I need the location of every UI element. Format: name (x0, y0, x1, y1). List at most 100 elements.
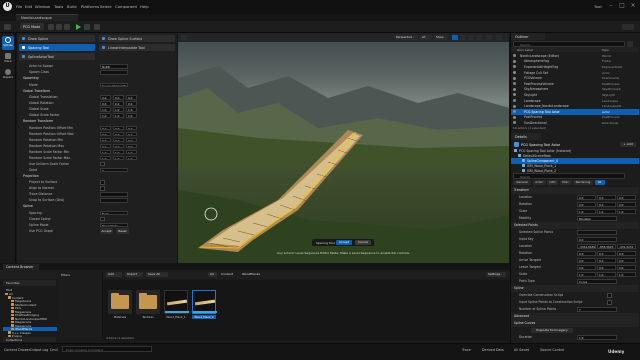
cb-add-button[interactable]: Add (106, 271, 122, 277)
visibility-eye-icon[interactable] (513, 65, 516, 69)
palette-value-field[interactable]: 0 (100, 167, 128, 173)
static-mesh-asset[interactable]: Wood_Plank_1 (164, 290, 189, 323)
linear-interpolate-tool-button[interactable]: LinearInterpolate Tool (99, 44, 175, 51)
cinematics-icon[interactable] (64, 24, 70, 30)
more-options-icon[interactable] (84, 24, 90, 30)
mode-dropdown[interactable]: PCG Mode (20, 23, 44, 30)
all-saved-button[interactable]: All Saved (514, 348, 529, 352)
details-vector-field[interactable]: 1.0 (617, 209, 636, 214)
cb-save-all-button[interactable]: Save All (146, 271, 168, 277)
menu-help[interactable]: Help (140, 4, 149, 9)
trace-button[interactable]: Trace (462, 348, 471, 352)
collections-header[interactable]: Collections (3, 337, 56, 342)
details-vector-field[interactable]: 1.0 (577, 272, 596, 277)
palette-section-header[interactable]: Random Transform (23, 119, 53, 123)
populate-from-legacy-button[interactable]: Populate from Legacy (531, 328, 573, 333)
palette-vector-field[interactable]: 0.0 (100, 125, 111, 131)
details-vector-field[interactable]: 0.0 (617, 258, 636, 263)
palette-vector-field[interactable]: 0.0 (126, 95, 137, 100)
details-vector-field[interactable]: 0.0 (577, 202, 596, 207)
details-vector-field[interactable]: 0.0 (597, 265, 616, 270)
cb-path-all[interactable]: All (208, 271, 217, 277)
menu-platforms[interactable]: Platforms (81, 4, 99, 9)
visibility-eye-icon[interactable] (513, 110, 516, 114)
console-command-input[interactable]: Enter Console Command (62, 346, 152, 352)
add-component-button[interactable]: + Add (620, 142, 636, 147)
details-vector-field[interactable]: 0.0 (577, 251, 596, 256)
details-vector-field[interactable]: -3054.6656 (577, 244, 596, 249)
palette-value-field[interactable] (100, 70, 128, 75)
show-button[interactable]: Show (434, 35, 448, 40)
details-vector-field[interactable]: 1.0 (617, 272, 636, 277)
details-vector-field[interactable]: 0.0 (617, 195, 636, 200)
details-filter-tab[interactable]: General (513, 180, 531, 185)
visibility-eye-icon[interactable] (513, 54, 516, 58)
tool-accept-button[interactable]: Accept (100, 228, 113, 234)
details-vector-field[interactable]: 1.0 (597, 209, 616, 214)
draw-spline-surface-button[interactable]: Draw Spline Surface (99, 35, 175, 42)
palette-vector-field[interactable]: 1.0 (126, 155, 137, 161)
palette-vector-field[interactable]: 0.0 (100, 95, 111, 100)
menu-build[interactable]: Build (67, 4, 77, 9)
folder-asset[interactable]: Textures (136, 290, 160, 323)
palette-vector-field[interactable]: 0.0 (126, 101, 137, 106)
details-vector-field[interactable]: 0.0 (577, 195, 596, 200)
palette-vector-field[interactable]: 0.0 (126, 143, 137, 149)
details-value-field[interactable]: Curve (577, 279, 617, 284)
palette-checkbox[interactable] (100, 161, 105, 166)
details-vector-field[interactable]: -836.3693 (597, 244, 616, 249)
outliner-settings-icon[interactable] (627, 41, 633, 47)
scale-icon[interactable] (476, 35, 482, 40)
palette-value-field[interactable] (100, 192, 128, 197)
settings-button[interactable] (622, 24, 634, 30)
details-value-field[interactable]: 7 (577, 307, 617, 312)
details-value-field[interactable]: Movable (577, 216, 617, 221)
close-icon[interactable]: × (628, 2, 638, 10)
mode-splines-button[interactable]: Splines (2, 36, 14, 50)
cb-path-content[interactable]: Content (219, 272, 237, 278)
content-drawer-button[interactable]: Content Drawer (4, 348, 30, 352)
minimize-icon[interactable]: – (606, 2, 616, 10)
details-vector-field[interactable]: 1.0 (597, 272, 616, 277)
details-vector-field[interactable]: 0.0 (597, 258, 616, 263)
palette-value-field[interactable] (100, 198, 128, 203)
details-vector-field[interactable]: 0.0 (577, 258, 596, 263)
details-value-field[interactable]: 1.0 (577, 335, 617, 340)
details-filter-tab[interactable]: LOD (547, 180, 558, 185)
blueprint-icon[interactable] (56, 24, 62, 30)
details-vector-field[interactable]: -432.3232 (617, 244, 636, 249)
palette-value-field[interactable]: NoRR (100, 64, 128, 69)
visibility-eye-icon[interactable] (513, 104, 516, 108)
source-control-button[interactable]: Source Control (540, 348, 564, 352)
visibility-eye-icon[interactable] (513, 82, 516, 86)
save-icon[interactable] (4, 24, 11, 30)
palette-checkbox[interactable] (100, 186, 105, 191)
palette-vector-field[interactable]: 0.0 (126, 137, 137, 143)
palette-section-header[interactable]: Global Transform (23, 89, 50, 93)
unreal-logo-icon[interactable]: U (3, 2, 12, 11)
visibility-eye-icon[interactable] (513, 99, 516, 103)
palette-vector-field[interactable]: 0.0 (126, 125, 137, 131)
visibility-eye-icon[interactable] (513, 87, 516, 91)
favorites-header[interactable]: Favorites (3, 280, 56, 286)
rotate-icon[interactable] (468, 35, 474, 40)
details-search-input[interactable]: Search (513, 173, 625, 179)
palette-vector-field[interactable]: 1.0 (126, 149, 137, 155)
details-section-header[interactable]: Transform (514, 188, 529, 192)
menu-window[interactable]: Window (35, 4, 50, 9)
palette-vector-field[interactable]: 0.0 (113, 143, 124, 149)
menu-file[interactable]: File (16, 4, 22, 9)
details-tab[interactable]: Details (511, 133, 541, 140)
details-filter-tab[interactable]: Misc (559, 180, 572, 185)
lit-button[interactable]: Lit (420, 35, 432, 40)
details-filter-tab[interactable]: All (594, 180, 605, 185)
perspective-button[interactable]: Perspective (394, 35, 418, 40)
palette-vector-field[interactable]: 0.0 (100, 137, 111, 143)
details-vector-field[interactable]: 1.0 (577, 209, 596, 214)
visibility-eye-icon[interactable] (513, 93, 516, 97)
details-section-header[interactable]: Advanced (514, 314, 529, 318)
visibility-eye-icon[interactable] (513, 76, 516, 80)
palette-vector-field[interactable]: 1.0 (126, 113, 137, 118)
mode-place-button[interactable]: Place (2, 52, 14, 66)
details-vector-field[interactable]: 0.0 (597, 195, 616, 200)
